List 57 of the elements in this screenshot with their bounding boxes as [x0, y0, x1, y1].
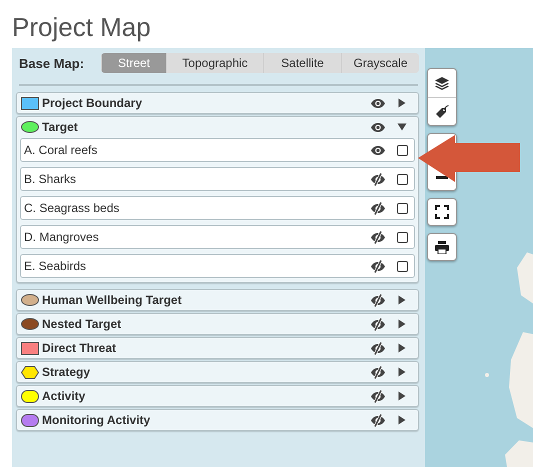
minus-icon	[436, 176, 448, 179]
eye-slash-icon[interactable]	[370, 172, 386, 186]
layers-button[interactable]	[428, 69, 456, 97]
item-name: D. Mangroves	[24, 230, 100, 244]
caret-right-icon[interactable]	[398, 98, 406, 108]
item-name: E. Seabirds	[24, 259, 88, 273]
eye-slash-icon[interactable]	[370, 318, 386, 330]
layer-item[interactable]: A. Coral reefs	[20, 138, 415, 162]
eye-slash-icon[interactable]	[370, 342, 386, 354]
fullscreen-icon	[435, 205, 449, 219]
eye-slash-icon[interactable]	[370, 390, 386, 402]
caret-right-icon[interactable]	[398, 319, 406, 329]
eye-slash-icon[interactable]	[370, 260, 386, 272]
layer-item[interactable]: E. Seabirds	[20, 254, 415, 278]
layer-name: Human Wellbeing Target	[42, 293, 183, 307]
print-button[interactable]	[427, 233, 457, 261]
caret-right-icon[interactable]	[398, 415, 406, 425]
checkbox[interactable]	[396, 232, 408, 242]
checkbox[interactable]	[396, 144, 408, 156]
layer-item[interactable]: D. Mangroves	[20, 225, 415, 249]
base-map-label: Base Map:	[19, 56, 86, 70]
eye-icon[interactable]	[370, 98, 386, 108]
checkbox[interactable]	[396, 202, 408, 214]
eye-icon[interactable]	[370, 122, 386, 132]
print-icon	[435, 240, 449, 254]
layer-name: Project Boundary	[42, 96, 144, 110]
layer-item[interactable]: B. Sharks	[20, 167, 415, 191]
arrow-icon	[418, 135, 520, 182]
caret-right-icon[interactable]	[398, 343, 406, 353]
eye-slash-icon[interactable]	[370, 294, 386, 306]
caret-right-icon[interactable]	[398, 367, 406, 377]
page-title: Project Map	[11, 11, 152, 44]
layer-name: Monitoring Activity	[42, 413, 152, 427]
fullscreen-button[interactable]	[427, 198, 457, 226]
item-name: C. Seagrass beds	[24, 201, 120, 215]
caret-down-icon[interactable]	[397, 123, 407, 131]
caret-right-icon[interactable]	[398, 295, 406, 305]
eye-slash-icon[interactable]	[370, 230, 386, 244]
checkbox[interactable]	[396, 174, 408, 184]
eye-slash-icon[interactable]	[370, 366, 386, 378]
eye-slash-icon[interactable]	[370, 202, 386, 214]
layer-name: Activity	[42, 389, 86, 403]
layers-icon	[435, 76, 449, 90]
tag-icon	[435, 104, 449, 118]
tag-button[interactable]	[428, 97, 456, 125]
eye-icon[interactable]	[370, 144, 386, 156]
checkbox[interactable]	[396, 260, 408, 272]
eye-slash-icon[interactable]	[370, 414, 386, 426]
layer-name: Direct Threat	[42, 341, 118, 355]
layer-name: Nested Target	[42, 317, 122, 331]
layer-name: Strategy	[42, 365, 92, 379]
layer-item[interactable]: C. Seagrass beds	[20, 196, 415, 220]
base-map-tab[interactable]: Grayscale	[341, 53, 419, 73]
layer-name: Target	[42, 120, 79, 134]
item-name: A. Coral reefs	[24, 143, 98, 157]
caret-right-icon[interactable]	[398, 391, 406, 401]
item-name: B. Sharks	[24, 172, 78, 186]
